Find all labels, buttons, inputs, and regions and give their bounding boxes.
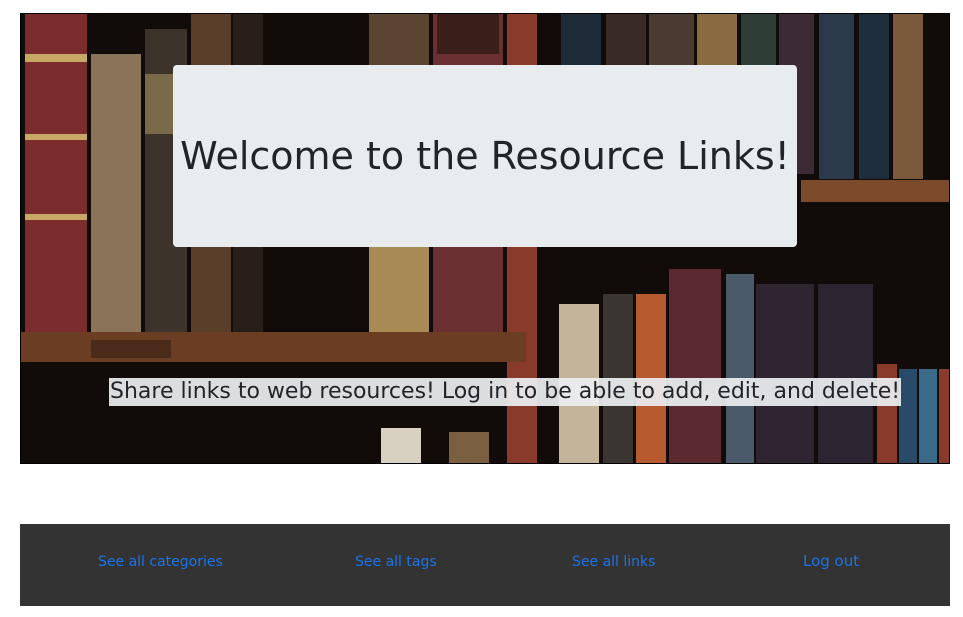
logout-link[interactable]: Log out	[803, 552, 859, 570]
page-title: Welcome to the Resource Links!	[180, 134, 790, 178]
see-all-links-link[interactable]: See all links	[572, 554, 655, 570]
welcome-box: Welcome to the Resource Links!	[173, 65, 797, 247]
see-all-tags-link[interactable]: See all tags	[355, 554, 437, 570]
hero-banner: Welcome to the Resource Links! Share lin…	[20, 13, 950, 464]
see-all-categories-link[interactable]: See all categories	[98, 554, 223, 570]
tagline: Share links to web resources! Log in to …	[109, 378, 902, 406]
footer-nav: See all categories See all tags See all …	[20, 524, 950, 606]
